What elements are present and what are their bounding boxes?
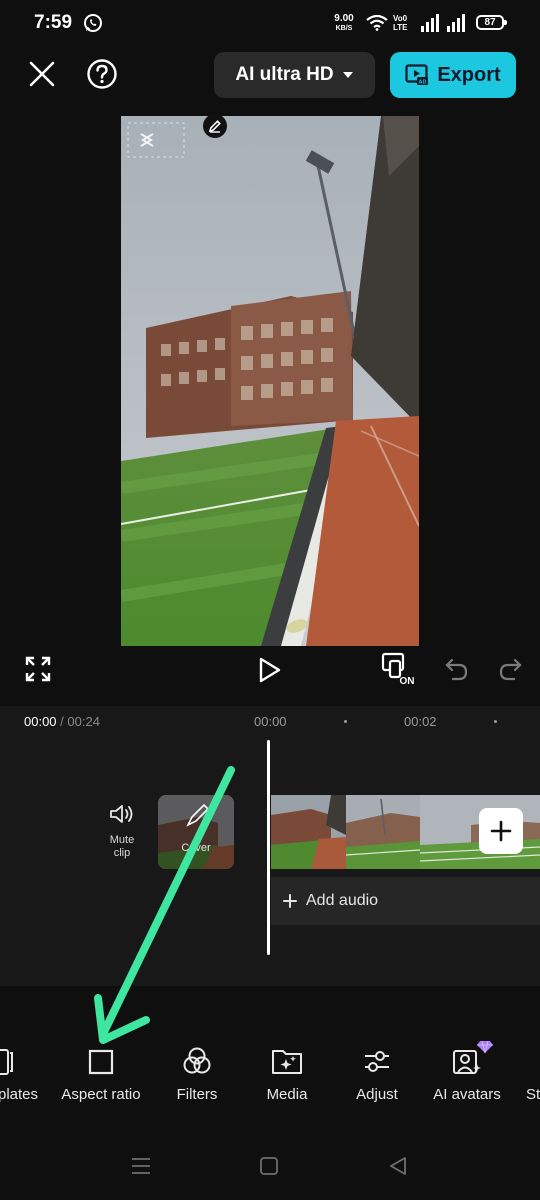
filters-icon [183, 1047, 211, 1074]
cover-label: Cover [181, 842, 211, 854]
wifi-icon [366, 15, 388, 31]
tool-filters[interactable]: Filters [166, 1046, 228, 1103]
tool-stickers[interactable]: St [526, 1046, 540, 1103]
mute-clip-label: Mute clip [109, 834, 135, 859]
back-icon[interactable] [388, 1156, 408, 1176]
playhead[interactable] [267, 740, 270, 955]
svg-text:ON: ON [400, 676, 415, 686]
pencil-icon [208, 120, 221, 133]
tool-label: plates [0, 1086, 39, 1103]
export-label: Export [437, 63, 501, 86]
tool-label: St [526, 1086, 540, 1103]
cover-thumbnail [158, 795, 234, 869]
cover-button[interactable] [158, 795, 234, 869]
capcut-logo-icon [127, 122, 185, 158]
signal-icon [421, 14, 439, 32]
tool-label: Adjust [356, 1086, 398, 1103]
add-audio-label: Add audio [306, 892, 379, 909]
plus-icon [283, 894, 297, 908]
tool-templates[interactable]: plates [0, 1046, 44, 1103]
screen-on-icon[interactable]: ON [380, 652, 416, 686]
adjust-icon [365, 1051, 389, 1072]
tool-media[interactable]: Media [256, 1046, 318, 1103]
templates-icon [0, 1049, 13, 1075]
play-icon[interactable] [257, 656, 283, 684]
tool-adjust[interactable]: Adjust [347, 1046, 407, 1103]
export-video-icon: AD [405, 64, 429, 85]
tool-label: Media [266, 1086, 308, 1103]
add-clip-button[interactable] [479, 808, 523, 854]
timeline-tick: 00:00 [254, 714, 287, 729]
aspect-ratio-icon [88, 1049, 114, 1075]
redo-icon[interactable] [497, 656, 523, 682]
whatsapp-icon [84, 14, 102, 32]
tool-label: AI avatars [433, 1086, 501, 1103]
edit-watermark-button[interactable] [203, 114, 227, 138]
video-frame [121, 116, 419, 646]
quality-dropdown[interactable]: AI ultra HD [214, 52, 375, 98]
stickers-icon [526, 1046, 540, 1076]
battery-indicator: 87 [476, 15, 507, 30]
help-icon[interactable] [86, 58, 118, 90]
video-preview[interactable] [121, 116, 419, 646]
quality-label: AI ultra HD [235, 64, 334, 85]
tool-ai-avatars[interactable]: AI avatars [424, 1046, 510, 1103]
undo-icon[interactable] [444, 656, 470, 682]
timeline-tick: 00:02 [404, 714, 437, 729]
svg-text:AD: AD [419, 79, 427, 85]
speaker-icon [110, 805, 133, 823]
status-time: 7:59 [34, 12, 73, 33]
signal-icon [447, 14, 465, 32]
export-button[interactable]: AD Export [390, 52, 516, 98]
tool-label: Filters [176, 1086, 218, 1103]
tool-aspect-ratio[interactable]: Aspect ratio [52, 1046, 150, 1103]
add-audio-button[interactable]: Add audio [271, 877, 540, 925]
caret-down-icon [342, 72, 353, 78]
network-speed: 9.00 KB/S [334, 13, 354, 33]
tool-label: Aspect ratio [61, 1086, 141, 1103]
mute-clip-button[interactable]: Mute clip [100, 803, 144, 860]
media-icon [272, 1050, 302, 1074]
timeline-tick-dot [344, 720, 347, 723]
fullscreen-icon[interactable] [25, 656, 51, 682]
status-bar: 7:59 9.00 KB/S Vo0 LTE 87 [0, 0, 540, 48]
plus-icon [490, 820, 512, 842]
time-readout: 00:00 / 00:24 [24, 714, 100, 729]
premium-diamond-icon [477, 1040, 493, 1054]
timeline-tick-dot [494, 720, 497, 723]
volte-indicator: Vo0 LTE [393, 14, 408, 32]
home-icon[interactable] [259, 1156, 279, 1176]
close-icon[interactable] [26, 58, 58, 90]
recent-apps-icon[interactable] [130, 1157, 152, 1175]
